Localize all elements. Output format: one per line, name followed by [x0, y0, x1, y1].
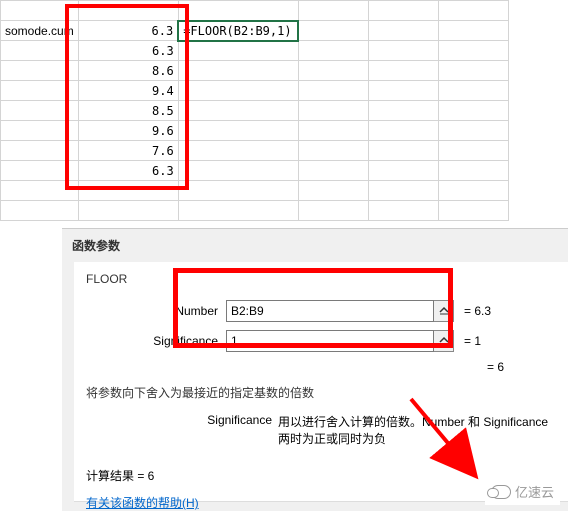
- cell[interactable]: [438, 181, 508, 201]
- cell[interactable]: [1, 41, 79, 61]
- cell[interactable]: [438, 61, 508, 81]
- cell[interactable]: [298, 41, 368, 61]
- cell[interactable]: [178, 141, 298, 161]
- cell[interactable]: [1, 181, 79, 201]
- cell-b2[interactable]: 6.3: [78, 21, 178, 41]
- cell[interactable]: [438, 41, 508, 61]
- cell[interactable]: [438, 161, 508, 181]
- cell-b6[interactable]: 8.5: [78, 101, 178, 121]
- cell[interactable]: [298, 181, 368, 201]
- cell[interactable]: [178, 201, 298, 221]
- cell[interactable]: [78, 181, 178, 201]
- function-name: FLOOR: [86, 272, 556, 286]
- brand-watermark: 亿速云: [485, 478, 560, 505]
- cell[interactable]: [298, 141, 368, 161]
- collapse-icon: [439, 336, 449, 346]
- cell[interactable]: [438, 201, 508, 221]
- param-description-text: 用以进行舍入计算的倍数。Number 和 Significance 两时为正或同…: [278, 413, 556, 447]
- spreadsheet-grid[interactable]: somode.cum6.3=FLOOR(B2:B9,1) 6.3 8.6 9.4…: [0, 0, 568, 221]
- cell[interactable]: [368, 121, 438, 141]
- cell[interactable]: [438, 101, 508, 121]
- param-significance-result: = 1: [464, 334, 481, 348]
- cell[interactable]: [1, 201, 79, 221]
- cell[interactable]: [298, 81, 368, 101]
- cell[interactable]: [178, 121, 298, 141]
- cell[interactable]: [368, 41, 438, 61]
- collapse-icon: [439, 306, 449, 316]
- cell[interactable]: [368, 141, 438, 161]
- cell[interactable]: [178, 61, 298, 81]
- function-arguments-dialog: 函数参数 FLOOR Number = 6.3 Significance =: [62, 228, 568, 511]
- cell-b8[interactable]: 7.6: [78, 141, 178, 161]
- cell[interactable]: [1, 141, 79, 161]
- param-number-label: Number: [86, 304, 226, 318]
- cell-b1[interactable]: [78, 1, 178, 21]
- cell[interactable]: [1, 121, 79, 141]
- range-select-button[interactable]: [434, 300, 454, 322]
- function-result: = 6: [86, 360, 556, 374]
- cell[interactable]: [298, 1, 368, 21]
- cell[interactable]: [298, 201, 368, 221]
- cell[interactable]: [178, 161, 298, 181]
- cell-b3[interactable]: 6.3: [78, 41, 178, 61]
- function-description: 将参数向下舍入为最接近的指定基数的倍数: [86, 384, 556, 401]
- brand-text: 亿速云: [515, 482, 554, 501]
- dialog-title: 函数参数: [62, 229, 568, 262]
- cell-watermark: somode.cum: [1, 21, 79, 41]
- cell[interactable]: [298, 21, 368, 41]
- cell-b7[interactable]: 9.6: [78, 121, 178, 141]
- cell-a1[interactable]: [1, 1, 79, 21]
- cell[interactable]: [178, 181, 298, 201]
- cell[interactable]: [438, 81, 508, 101]
- cell[interactable]: [1, 161, 79, 181]
- cell[interactable]: [298, 61, 368, 81]
- cell[interactable]: [298, 161, 368, 181]
- cell[interactable]: [178, 41, 298, 61]
- cell[interactable]: [1, 101, 79, 121]
- help-link[interactable]: 有关该函数的帮助(H): [86, 496, 199, 510]
- param-number-input[interactable]: [226, 300, 434, 322]
- cell[interactable]: [178, 101, 298, 121]
- cell[interactable]: [368, 61, 438, 81]
- cell[interactable]: [298, 101, 368, 121]
- cell[interactable]: [368, 1, 438, 21]
- cell[interactable]: [368, 201, 438, 221]
- cell[interactable]: [1, 61, 79, 81]
- cell[interactable]: [78, 201, 178, 221]
- param-significance-input[interactable]: [226, 330, 434, 352]
- cell[interactable]: [178, 81, 298, 101]
- cell[interactable]: [368, 181, 438, 201]
- cell-b4[interactable]: 8.6: [78, 61, 178, 81]
- cell-b5[interactable]: 9.4: [78, 81, 178, 101]
- cell[interactable]: [298, 121, 368, 141]
- param-number-result: = 6.3: [464, 304, 491, 318]
- param-description-label: Significance: [86, 413, 278, 447]
- cell[interactable]: [438, 21, 508, 41]
- cell[interactable]: [368, 81, 438, 101]
- cell-c1[interactable]: [178, 1, 298, 21]
- cell[interactable]: [438, 141, 508, 161]
- param-significance-label: Significance: [86, 334, 226, 348]
- cell-c2-formula[interactable]: =FLOOR(B2:B9,1): [178, 21, 298, 41]
- cell-b9[interactable]: 6.3: [78, 161, 178, 181]
- cell[interactable]: [368, 101, 438, 121]
- cell[interactable]: [438, 121, 508, 141]
- range-select-button[interactable]: [434, 330, 454, 352]
- cell[interactable]: [368, 161, 438, 181]
- cell[interactable]: [1, 81, 79, 101]
- cloud-icon: [491, 485, 511, 499]
- cell[interactable]: [368, 21, 438, 41]
- cell[interactable]: [438, 1, 508, 21]
